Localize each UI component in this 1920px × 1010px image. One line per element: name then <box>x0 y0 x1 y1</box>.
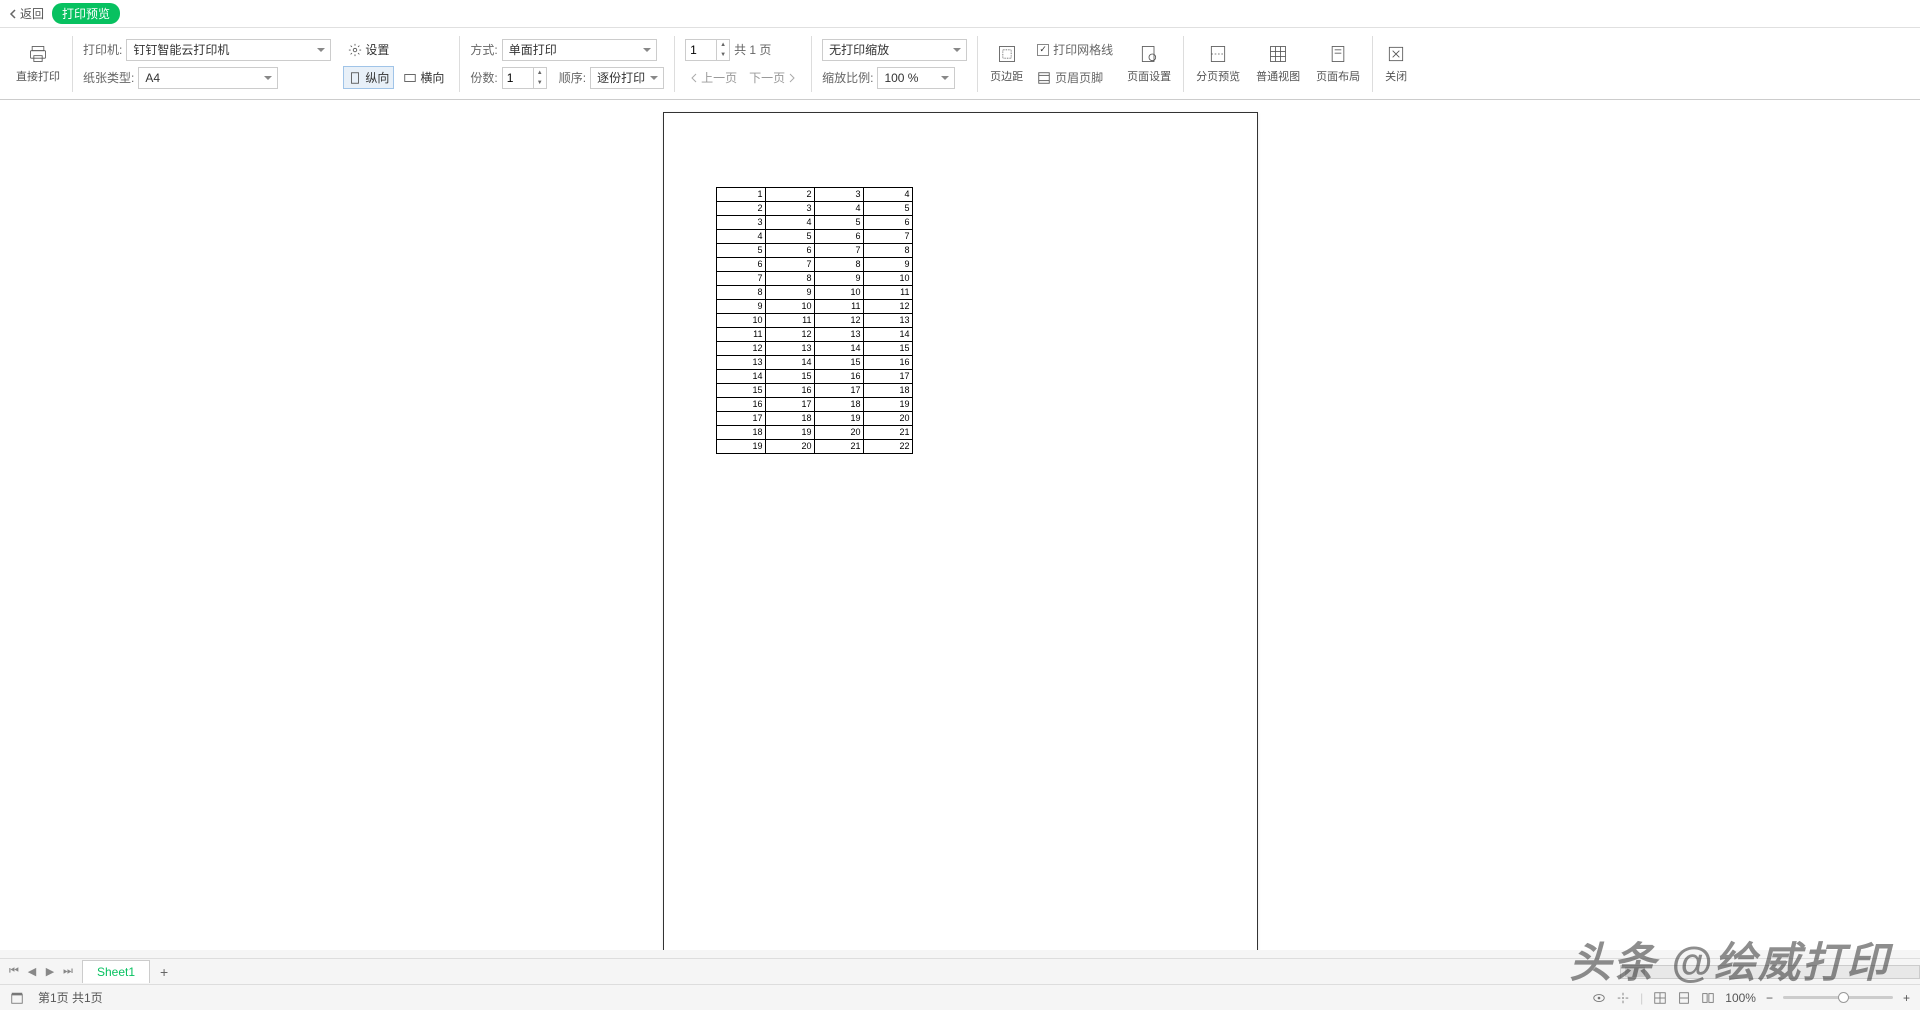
copies-spinner[interactable]: ▲▼ <box>502 67 547 89</box>
table-row: 16171819 <box>716 398 912 412</box>
page-break-preview-button[interactable]: 分页预览 <box>1188 34 1248 94</box>
paper-label: 纸张类型: <box>83 69 134 86</box>
portrait-icon <box>348 71 362 85</box>
back-button[interactable]: 返回 <box>8 5 44 22</box>
page-break-icon <box>1208 44 1228 64</box>
eye-icon[interactable] <box>1592 991 1606 1005</box>
landscape-button[interactable]: 横向 <box>398 66 449 89</box>
close-icon <box>1386 44 1406 64</box>
print-preview-badge: 打印预览 <box>52 3 120 24</box>
scale-select[interactable]: 100 % <box>877 67 955 89</box>
zoom-slider[interactable] <box>1783 996 1893 999</box>
direct-print-button[interactable]: 直接打印 <box>8 34 68 94</box>
page-input[interactable] <box>686 43 716 57</box>
mode-label: 方式: <box>470 41 497 58</box>
table-row: 5678 <box>716 244 912 258</box>
zoom-in-button[interactable]: + <box>1903 991 1910 1005</box>
gridlines-checkbox[interactable]: ✓ <box>1037 44 1049 56</box>
status-bar: 第1页 共1页 | 100% − + <box>0 984 1920 1010</box>
page-setup-icon <box>1139 44 1159 64</box>
sheet-tab-active[interactable]: Sheet1 <box>82 960 150 983</box>
view-reader-icon[interactable] <box>1701 991 1715 1005</box>
gear-icon <box>348 43 362 57</box>
settings-button[interactable]: 设置 <box>343 38 394 61</box>
sheet-first-button[interactable]: ⏮ <box>6 964 22 980</box>
copies-label: 份数: <box>470 69 497 86</box>
table-row: 6789 <box>716 258 912 272</box>
page-layout-button[interactable]: 页面布局 <box>1308 34 1368 94</box>
breadcrumb-bar: 返回 打印预览 <box>0 0 1920 28</box>
order-label: 顺序: <box>559 69 586 86</box>
center-icon[interactable] <box>1616 991 1630 1005</box>
table-row: 18192021 <box>716 426 912 440</box>
margins-icon <box>997 44 1017 64</box>
header-footer-icon <box>1037 71 1051 85</box>
header-footer-button[interactable]: 页眉页脚 <box>1055 69 1103 86</box>
scale-label: 缩放比例: <box>822 69 873 86</box>
table-row: 17181920 <box>716 412 912 426</box>
table-row: 15161718 <box>716 384 912 398</box>
normal-view-button[interactable]: 普通视图 <box>1248 34 1308 94</box>
chevron-left-icon <box>8 9 18 19</box>
next-page-button[interactable]: 下一页 <box>745 69 801 86</box>
view-grid-icon[interactable] <box>1653 991 1667 1005</box>
back-label: 返回 <box>20 5 44 22</box>
margins-button[interactable]: 页边距 <box>982 34 1031 94</box>
add-sheet-button[interactable]: + <box>154 962 174 982</box>
printer-label: 打印机: <box>83 41 122 58</box>
data-table: 1234234534564567567867897891089101191011… <box>716 187 913 454</box>
sheet-last-button[interactable]: ⏭ <box>60 964 76 980</box>
table-row: 14151617 <box>716 370 912 384</box>
sheet-prev-button[interactable]: ◀ <box>24 964 40 980</box>
table-row: 19202122 <box>716 440 912 454</box>
status-indicator-icon[interactable] <box>10 991 24 1005</box>
prev-page-button[interactable]: 上一页 <box>685 69 741 86</box>
page-info-label: 第1页 共1页 <box>38 989 103 1006</box>
grid-icon <box>1268 44 1288 64</box>
table-row: 78910 <box>716 272 912 286</box>
page-spinner[interactable]: ▲▼ <box>685 39 730 61</box>
scale-mode-select[interactable]: 无打印缩放 <box>822 39 967 61</box>
zoom-value: 100% <box>1725 991 1756 1005</box>
view-page-icon[interactable] <box>1677 991 1691 1005</box>
copies-input[interactable] <box>503 71 533 85</box>
table-row: 10111213 <box>716 314 912 328</box>
toolbar: 直接打印 打印机: 钉钉智能云打印机 纸张类型: A4 设置 纵向 横向 <box>0 28 1920 100</box>
paper-select[interactable]: A4 <box>138 67 278 89</box>
close-button[interactable]: 关闭 <box>1377 34 1415 94</box>
portrait-button[interactable]: 纵向 <box>343 66 394 89</box>
chevron-right-icon <box>787 73 797 83</box>
zoom-out-button[interactable]: − <box>1766 991 1773 1005</box>
order-select[interactable]: 逐份打印 <box>590 67 664 89</box>
chevron-left-icon <box>689 73 699 83</box>
table-row: 1234 <box>716 188 912 202</box>
printer-icon <box>28 44 48 64</box>
mode-select[interactable]: 单面打印 <box>502 39 657 61</box>
table-row: 891011 <box>716 286 912 300</box>
preview-page: 1234234534564567567867897891089101191011… <box>663 112 1258 950</box>
table-row: 11121314 <box>716 328 912 342</box>
table-row: 2345 <box>716 202 912 216</box>
preview-canvas[interactable]: 1234234534564567567867897891089101191011… <box>0 100 1920 950</box>
table-row: 9101112 <box>716 300 912 314</box>
page-total: 共 1 页 <box>734 41 771 58</box>
sheet-next-button[interactable]: ▶ <box>42 964 58 980</box>
table-row: 3456 <box>716 216 912 230</box>
horizontal-scrollbar[interactable] <box>1620 965 1920 979</box>
table-row: 13141516 <box>716 356 912 370</box>
printer-select[interactable]: 钉钉智能云打印机 <box>126 39 331 61</box>
page-setup-button[interactable]: 页面设置 <box>1119 34 1179 94</box>
table-row: 12131415 <box>716 342 912 356</box>
table-row: 4567 <box>716 230 912 244</box>
landscape-icon <box>403 71 417 85</box>
layout-icon <box>1328 44 1348 64</box>
sheet-tab-bar: ⏮ ◀ ▶ ⏭ Sheet1 + <box>0 958 1920 984</box>
